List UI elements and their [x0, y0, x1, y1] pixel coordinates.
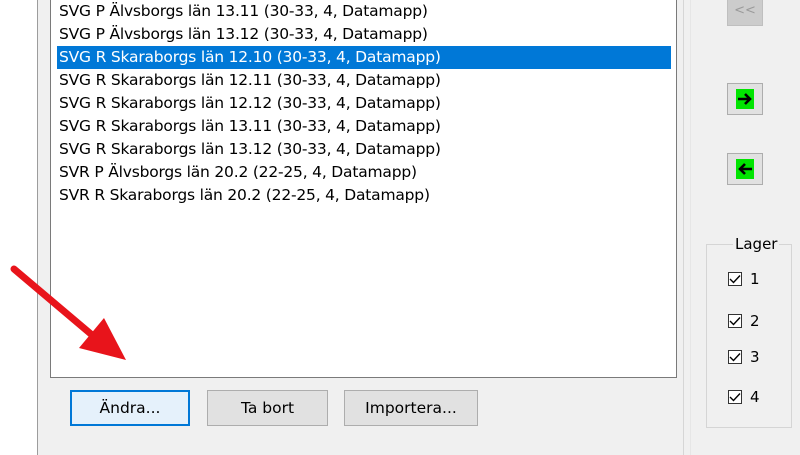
- annotation-arrow-icon: [10, 265, 126, 360]
